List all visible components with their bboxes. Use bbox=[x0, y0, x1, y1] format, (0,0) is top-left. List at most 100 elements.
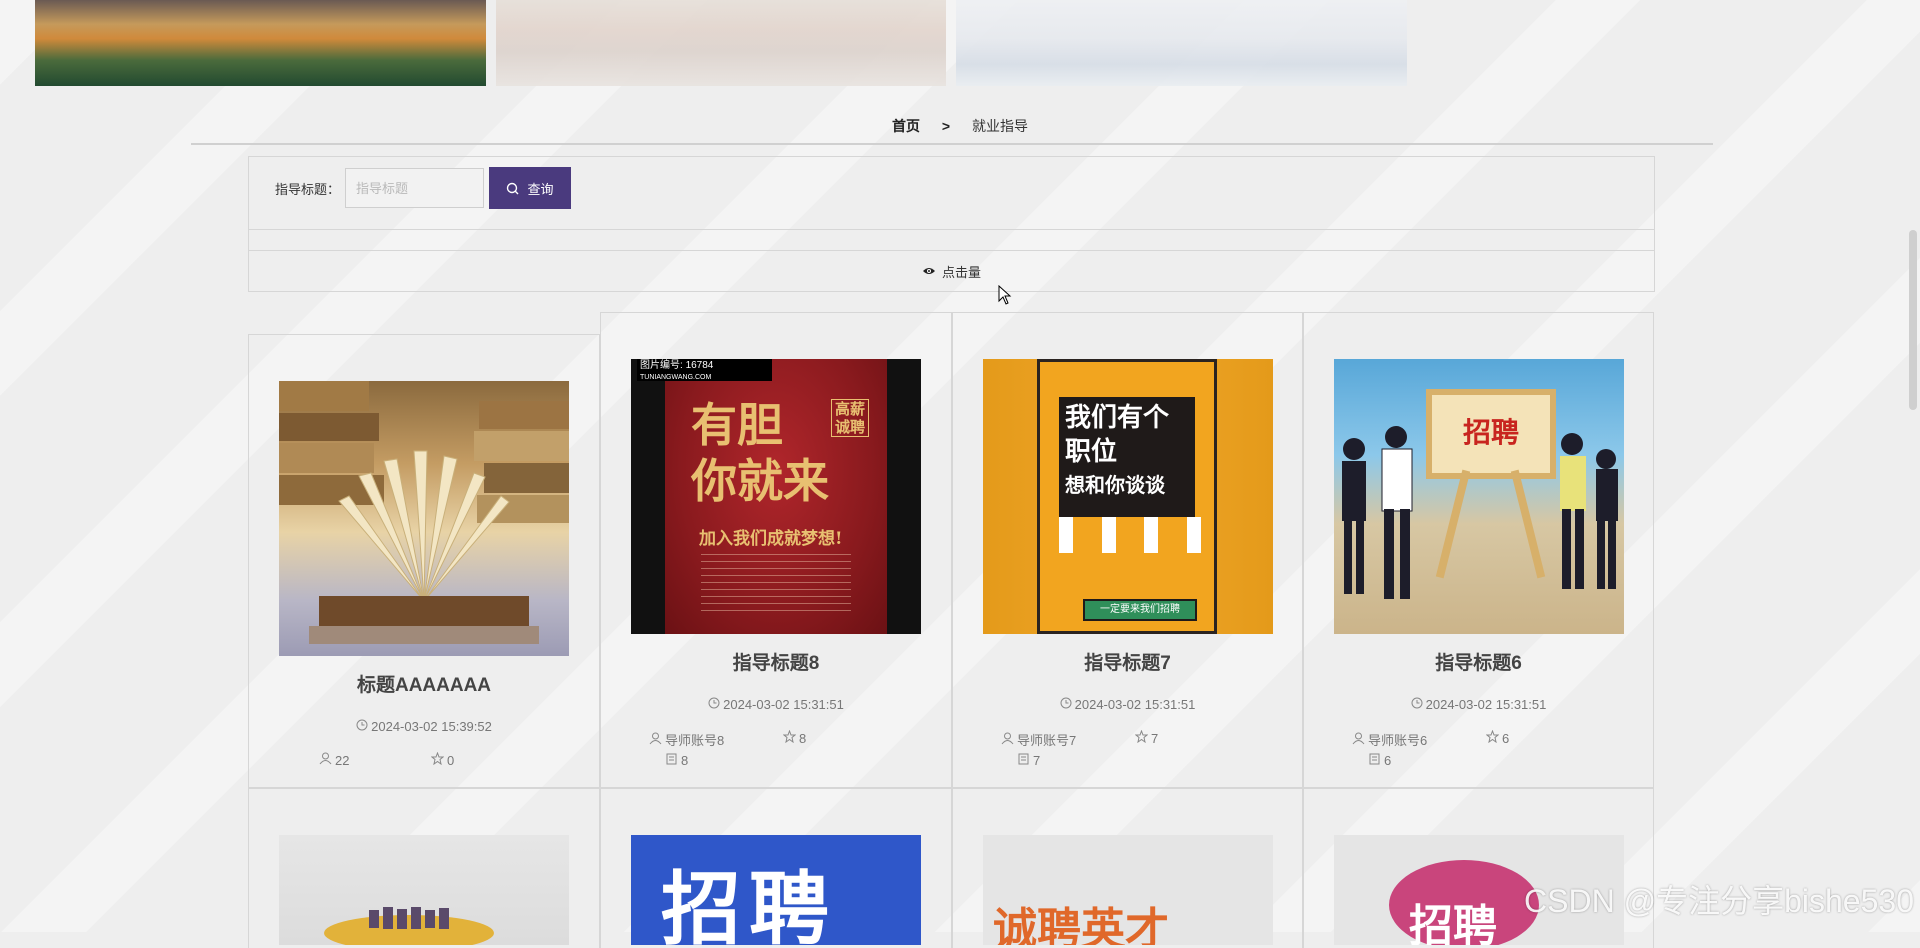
card-image-recruit-poster[interactable]: 图片编号: 16784 TUNIANGWANG.COM 有胆 你就来 高薪诚聘 … bbox=[631, 359, 921, 634]
card-image-team-poster[interactable] bbox=[279, 835, 569, 945]
card-date: 2024-03-02 15:31:51 bbox=[1304, 697, 1653, 712]
card-account-text: 导师账号8 bbox=[665, 733, 725, 748]
book-illustration bbox=[279, 381, 569, 656]
card-account: 导师账号7 bbox=[1001, 730, 1076, 749]
card-title[interactable]: 指导标题7 bbox=[953, 648, 1302, 675]
card-account-text: 导师账号6 bbox=[1368, 733, 1428, 748]
card-account: 导师账号8 bbox=[649, 730, 724, 749]
search-row: 指导标题： 查询 bbox=[249, 167, 571, 209]
search-icon bbox=[506, 182, 519, 195]
card-comments-count: 8 bbox=[681, 753, 689, 768]
card-date: 2024-03-02 15:39:52 bbox=[249, 719, 599, 734]
bottom-poster-text: 招聘 bbox=[661, 865, 837, 945]
page-scrollbar[interactable] bbox=[1909, 230, 1917, 410]
card-image-job-poster[interactable]: 我们有个 职位 想和你谈谈 一定要来我们招聘 bbox=[983, 359, 1273, 634]
sort-by-views-button[interactable]: 点击量 bbox=[249, 251, 1654, 291]
mouse-cursor-icon bbox=[998, 284, 1012, 310]
card-title[interactable]: 指导标题8 bbox=[601, 648, 951, 675]
card-image-blue-recruit[interactable]: 招聘 bbox=[631, 835, 921, 945]
card-image-talent-poster[interactable]: 诚聘英才 bbox=[983, 835, 1273, 945]
card-comments-count: 6 bbox=[1384, 753, 1392, 768]
star-icon bbox=[782, 729, 797, 746]
clock-icon bbox=[708, 697, 720, 712]
card-comments: 6 bbox=[1369, 753, 1391, 768]
star-icon bbox=[430, 751, 445, 768]
card-favorites: 7 bbox=[1134, 729, 1159, 746]
poster7-line3: 想和你谈谈 bbox=[1065, 475, 1165, 497]
card-account-text: 导师账号7 bbox=[1017, 733, 1077, 748]
card-image-hiring-board[interactable]: 招聘 bbox=[1334, 359, 1624, 634]
card-date-text: 2024-03-02 15:31:51 bbox=[1425, 697, 1547, 712]
star-icon bbox=[1134, 729, 1149, 746]
card-favorites: 6 bbox=[1485, 729, 1510, 746]
banner-image-library[interactable] bbox=[956, 0, 1408, 86]
watermark-text: CSDN @专注分享bishe530 bbox=[1524, 883, 1914, 919]
guidance-card[interactable]: 诚聘英才 bbox=[952, 788, 1303, 948]
star-icon bbox=[1485, 729, 1500, 746]
clock-icon bbox=[1411, 697, 1423, 712]
poster-badge: 高薪诚聘 bbox=[831, 399, 869, 437]
banner-image-building[interactable] bbox=[495, 0, 947, 86]
card-title[interactable]: 标题AAAAAAA bbox=[249, 670, 599, 697]
poster-tag bbox=[1059, 517, 1074, 553]
card-date-text: 2024-03-02 15:31:51 bbox=[723, 697, 844, 712]
bottom-poster-text: 招聘 bbox=[1409, 902, 1497, 945]
card-views: 22 bbox=[319, 752, 349, 768]
header-divider bbox=[191, 143, 1713, 145]
user-icon bbox=[649, 732, 662, 748]
poster-site: TUNIANGWANG.COM bbox=[640, 374, 712, 381]
job-poster-orange: 我们有个 职位 想和你谈谈 一定要来我们招聘 bbox=[983, 359, 1273, 634]
card-comments-count: 7 bbox=[1033, 753, 1041, 768]
poster-fine-print bbox=[701, 554, 851, 614]
card-date-text: 2024-03-02 15:39:52 bbox=[371, 719, 492, 734]
card-image-books[interactable] bbox=[279, 381, 569, 656]
poster-code-value: 16784 bbox=[685, 360, 714, 371]
bottom-poster-text: 诚聘英才 bbox=[993, 905, 1169, 945]
guidance-card[interactable]: 招聘 指导标题6 2024-03-02 15:31:51 导师账号6 6 6 bbox=[1303, 312, 1654, 788]
poster7-line1: 我们有个 bbox=[1065, 402, 1170, 432]
panel-divider bbox=[249, 229, 1654, 230]
search-label: 指导标题： bbox=[275, 181, 341, 197]
poster-slogan: 加入我们成就梦想! bbox=[699, 529, 843, 549]
card-comments: 7 bbox=[1018, 753, 1040, 768]
card-comments: 8 bbox=[666, 753, 688, 768]
guidance-card[interactable]: 图片编号: 16784 TUNIANGWANG.COM 有胆 你就来 高薪诚聘 … bbox=[600, 312, 952, 788]
user-icon bbox=[319, 752, 332, 768]
card-date-text: 2024-03-02 15:31:51 bbox=[1074, 697, 1196, 712]
recruit-poster-red: 图片编号: 16784 TUNIANGWANG.COM 有胆 你就来 高薪诚聘 … bbox=[631, 359, 921, 634]
poster-code: 图片编号: 16784 TUNIANGWANG.COM bbox=[637, 359, 772, 381]
banner-image-campus-sunset[interactable] bbox=[35, 0, 486, 86]
guidance-card[interactable]: 招聘 bbox=[600, 788, 952, 948]
sort-label: 点击量 bbox=[941, 264, 981, 280]
guidance-card[interactable] bbox=[248, 788, 600, 948]
search-button-label: 查询 bbox=[527, 181, 554, 197]
user-icon bbox=[1352, 732, 1365, 748]
card-favorites-count: 7 bbox=[1151, 730, 1159, 746]
title-search-input[interactable] bbox=[345, 168, 484, 208]
breadcrumb: 首页 > 就业指导 bbox=[0, 116, 1920, 136]
guidance-card[interactable]: 我们有个 职位 想和你谈谈 一定要来我们招聘 指导标题7 2024-03-02 … bbox=[952, 312, 1303, 788]
card-favorites-count: 0 bbox=[447, 752, 455, 768]
hiring-illustration: 招聘 bbox=[1334, 359, 1624, 634]
comment-icon bbox=[1369, 753, 1381, 768]
user-icon bbox=[1001, 732, 1014, 748]
eye-icon bbox=[922, 264, 936, 279]
poster-line2: 你就来 bbox=[691, 454, 829, 508]
search-button[interactable]: 查询 bbox=[489, 167, 571, 209]
search-panel: 指导标题： 查询 点击量 bbox=[248, 156, 1655, 292]
banner-carousel[interactable] bbox=[35, 0, 1408, 86]
poster-code-label: 图片编号: bbox=[640, 360, 683, 371]
clock-icon bbox=[1060, 697, 1072, 712]
card-title[interactable]: 指导标题6 bbox=[1304, 648, 1653, 675]
poster7-line2: 职位 bbox=[1065, 436, 1118, 466]
breadcrumb-current: 就业指导 bbox=[971, 118, 1028, 134]
poster7-tags bbox=[1045, 517, 1215, 559]
breadcrumb-home-link[interactable]: 首页 bbox=[892, 118, 920, 134]
poster-tag bbox=[1144, 517, 1159, 553]
card-favorites: 0 bbox=[430, 751, 455, 768]
poster-tag bbox=[1101, 517, 1116, 553]
guidance-card[interactable]: 标题AAAAAAA 2024-03-02 15:39:52 22 0 bbox=[248, 334, 600, 788]
card-favorites-count: 6 bbox=[1502, 730, 1510, 746]
poster-tag bbox=[1186, 517, 1201, 553]
guidance-card[interactable]: 招聘 bbox=[1303, 788, 1654, 948]
